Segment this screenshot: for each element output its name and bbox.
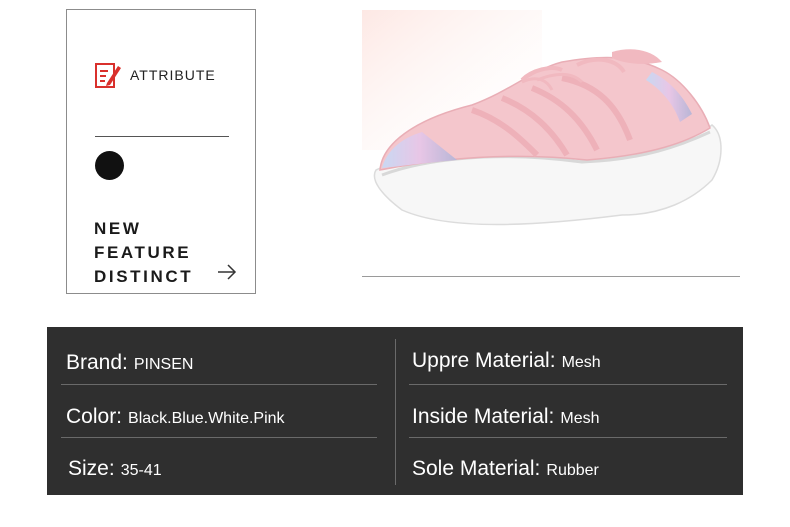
spec-key: Brand: [66,351,128,374]
specs-column-divider [395,339,396,485]
specs-panel: Brand: PINSEN Uppre Material: Mesh Color… [47,327,743,495]
spec-value: Mesh [561,354,601,371]
spec-color: Color: Black.Blue.White.Pink [66,405,285,429]
image-divider [362,276,740,277]
spec-upper-material: Uppre Material: Mesh [412,349,601,373]
specs-row-divider [409,437,727,438]
edit-document-icon [95,63,121,88]
specs-row-divider [61,384,377,385]
spec-value: Mesh [560,410,600,427]
spec-key: Inside Material: [412,405,555,428]
arrow-right-icon[interactable] [217,262,237,282]
spec-brand: Brand: PINSEN [66,351,193,375]
feature-heading: NEW FEATURE DISTINCT [94,217,193,289]
feature-line-distinct: DISTINCT [94,267,194,286]
spec-key: Sole Material: [412,457,541,480]
spec-value: Rubber [546,462,599,479]
spec-key: Size: [68,457,115,480]
spec-value: 35-41 [120,462,162,479]
attribute-header: ATTRIBUTE [94,60,216,90]
feature-line-new: NEW [94,219,142,238]
spec-sole-material: Sole Material: Rubber [412,457,599,481]
attribute-card: ATTRIBUTE NEW FEATURE DISTINCT [66,9,256,294]
black-dot [95,151,124,180]
spec-key: Uppre Material: [412,349,556,372]
feature-line-feature: FEATURE [94,243,192,262]
spec-size: Size: 35-41 [68,457,162,481]
specs-row-divider [409,384,727,385]
spec-value: Black.Blue.White.Pink [128,410,285,427]
spec-inside-material: Inside Material: Mesh [412,405,600,429]
spec-key: Color: [66,405,123,428]
attribute-label: ATTRIBUTE [130,67,216,83]
card-divider [95,136,229,137]
shoe-image [362,10,722,226]
specs-row-divider [61,437,377,438]
spec-value: PINSEN [133,356,194,373]
